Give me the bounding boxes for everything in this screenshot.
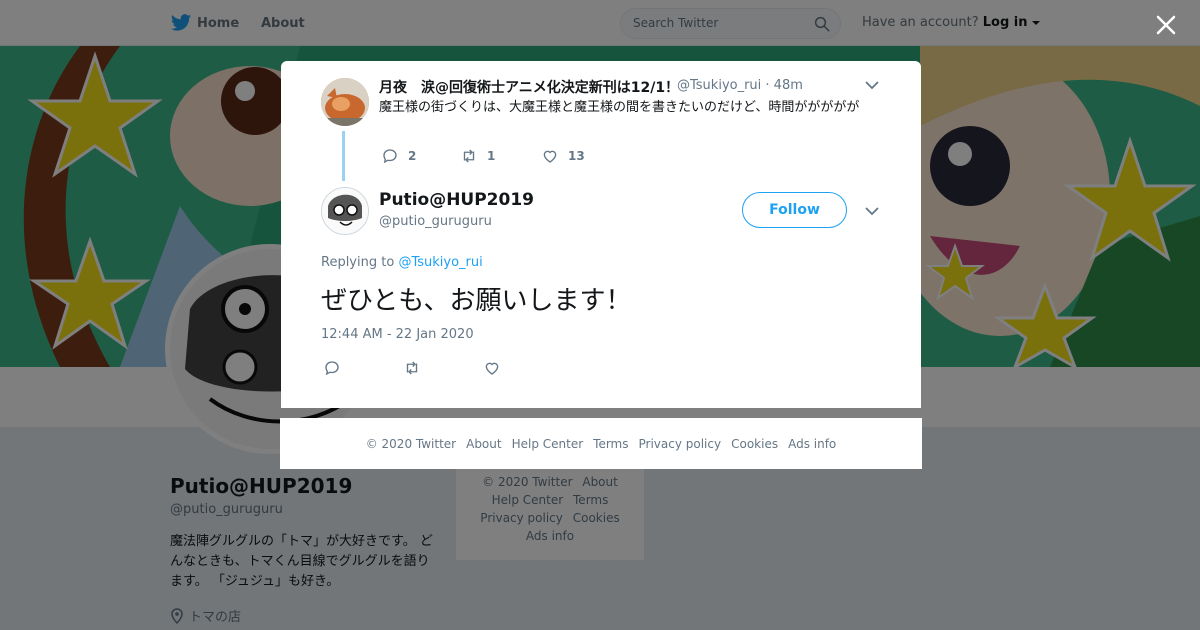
footer-help-link[interactable]: Help Center: [512, 437, 584, 451]
tweet-modal: 月夜 涙@回復術士アニメ化決定新刊は12/1！ @Tsukiyo_rui · 4…: [281, 61, 921, 408]
parent-tweet-text: 魔王様の街づくりは、大魔王様と魔王様の間を書きたいのだけど、時間ががががが: [379, 100, 860, 115]
like-icon: [485, 362, 499, 375]
thread-connector-line: [342, 131, 345, 181]
parent-tweet-handle-time[interactable]: @Tsukiyo_rui · 48m: [677, 78, 803, 93]
replying-to-link[interactable]: @Tsukiyo_rui: [398, 255, 482, 270]
reply-icon: [325, 361, 339, 376]
like-button[interactable]: 13: [541, 147, 585, 165]
replying-to-line: Replying to @Tsukiyo_rui: [321, 255, 483, 270]
chevron-down-icon[interactable]: [865, 80, 879, 90]
reply-button[interactable]: 2: [381, 147, 460, 165]
main-tweet-handle[interactable]: @putio_guruguru: [379, 214, 492, 229]
replying-prefix: Replying to: [321, 255, 395, 270]
parent-tweet-avatar[interactable]: [321, 78, 369, 126]
main-tweet-text: ぜひとも、お願いします！: [321, 286, 632, 316]
like-icon: [543, 150, 557, 163]
reply-icon: [383, 149, 397, 164]
like-count: 13: [568, 149, 585, 163]
footer-copyright: © 2020 Twitter: [365, 436, 457, 451]
close-icon[interactable]: [1154, 13, 1178, 37]
like-button[interactable]: [483, 359, 501, 377]
retweet-button[interactable]: 1: [460, 147, 541, 165]
cat-photo: [321, 78, 369, 126]
footer-terms-link[interactable]: Terms: [593, 437, 628, 451]
footer-about-link[interactable]: About: [466, 437, 501, 451]
footer-cookies-link[interactable]: Cookies: [731, 437, 778, 451]
main-tweet-avatar[interactable]: [321, 187, 369, 235]
follow-button[interactable]: Follow: [742, 192, 847, 228]
main-tweet-actions: [323, 359, 501, 377]
parent-tweet-actions: 2 1 13: [381, 147, 585, 165]
reply-button[interactable]: [323, 359, 403, 377]
footer-privacy-link[interactable]: Privacy policy: [639, 437, 722, 451]
retweet-button[interactable]: [403, 359, 483, 377]
chevron-down-icon[interactable]: [865, 206, 879, 216]
reply-count: 2: [408, 149, 417, 163]
avatar-sketch: [322, 188, 368, 234]
retweet-icon: [463, 149, 475, 163]
main-tweet-timestamp[interactable]: 12:44 AM - 22 Jan 2020: [321, 327, 474, 342]
retweet-icon: [406, 361, 418, 375]
retweet-count: 1: [487, 149, 496, 163]
parent-tweet-author-name[interactable]: 月夜 涙@回復術士アニメ化決定新刊は12/1！: [379, 77, 679, 97]
modal-footer: © 2020 Twitter About Help Center Terms P…: [280, 418, 922, 469]
main-tweet-author-name[interactable]: Putio@HUP2019: [379, 190, 534, 210]
footer-ads-link[interactable]: Ads info: [788, 437, 836, 451]
